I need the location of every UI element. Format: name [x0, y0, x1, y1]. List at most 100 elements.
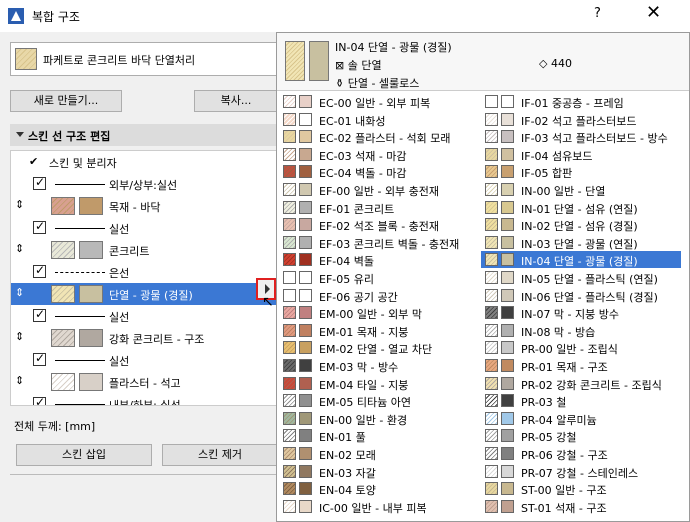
material-background-swatch — [299, 447, 312, 460]
close-button[interactable]: ✕ — [646, 2, 661, 23]
skin-row[interactable]: ⇕ 단열 - 광물 (경질) — [11, 283, 277, 305]
material-item[interactable]: EF-06 공기 공간 — [279, 287, 479, 304]
material-item[interactable]: EF-05 유리 — [279, 269, 479, 286]
reorder-handle-icon[interactable]: ⇕ — [15, 330, 24, 343]
reorder-handle-icon[interactable]: ⇕ — [15, 374, 24, 387]
material-item[interactable]: EC-04 벽돌 - 마감 — [279, 163, 479, 180]
material-item[interactable]: PR-02 강화 콘크리트 - 조립식 — [481, 375, 681, 392]
material-item[interactable]: EM-05 티타늄 아연 — [279, 392, 479, 409]
material-item[interactable]: PR-00 일반 - 조립식 — [481, 339, 681, 356]
material-item[interactable]: EC-02 플라스터 - 석회 모래 — [279, 128, 479, 145]
material-item[interactable]: PR-01 목재 - 구조 — [481, 357, 681, 374]
material-item[interactable]: IN-01 단열 - 섬유 (연질) — [481, 199, 681, 216]
material-item[interactable]: IN-00 일반 - 단열 — [481, 181, 681, 198]
material-item[interactable]: PR-07 강철 - 스테인레스 — [481, 463, 681, 480]
separator-row[interactable]: 내부/하부: 실선 — [11, 393, 277, 405]
reorder-handle-icon[interactable]: ⇕ — [15, 242, 24, 255]
material-item[interactable]: IF-01 중공층 - 프레임 — [481, 93, 681, 110]
material-item[interactable]: EF-03 콘크리트 벽돌 - 충전재 — [279, 234, 479, 251]
separator-row[interactable]: 실선 — [11, 305, 277, 327]
copy-button[interactable]: 복사... — [194, 90, 278, 112]
material-item[interactable]: EF-04 벽돌 — [279, 251, 479, 268]
line-type-icon — [55, 404, 105, 405]
skin-label: 단열 - 광물 (경질) — [109, 289, 193, 302]
material-item[interactable]: EC-03 석재 - 마감 — [279, 146, 479, 163]
line-visibility-checkbox[interactable] — [33, 395, 46, 405]
material-background-swatch — [299, 165, 312, 179]
line-type-icon — [55, 272, 105, 273]
material-item[interactable]: IC-00 일반 - 내부 피복 — [279, 498, 479, 515]
material-item[interactable]: IN-07 막 - 지붕 방수 — [481, 304, 681, 321]
material-item[interactable]: EF-01 콘크리트 — [279, 199, 479, 216]
line-visibility-checkbox[interactable] — [33, 307, 46, 322]
separator-row[interactable]: 은선 — [11, 261, 277, 283]
material-fill-swatch — [485, 235, 498, 249]
line-visibility-checkbox[interactable] — [33, 219, 46, 234]
separator-row[interactable]: ✔ 스킨 및 분리자 — [11, 151, 277, 173]
skin-editor-header[interactable]: 스킨 선 구조 편집 — [10, 124, 278, 146]
material-item[interactable]: EM-04 타일 - 지붕 — [279, 375, 479, 392]
material-item[interactable]: EN-01 풀 — [279, 427, 479, 444]
material-label: EC-01 내화성 — [319, 114, 386, 128]
material-fill-swatch — [485, 499, 498, 513]
material-item[interactable]: EF-00 일반 - 외부 충전재 — [279, 181, 479, 198]
skin-row[interactable]: ⇕ 콘크리트 — [11, 239, 277, 261]
reorder-handle-icon[interactable]: ⇕ — [15, 286, 24, 299]
material-item[interactable]: EC-01 내화성 — [279, 111, 479, 128]
material-background-swatch — [501, 235, 514, 249]
material-item[interactable]: EN-04 토양 — [279, 480, 479, 497]
line-visibility-checkbox[interactable] — [33, 263, 46, 278]
remove-skin-button[interactable]: 스킨 제거 — [162, 444, 278, 466]
material-item[interactable]: PR-03 철 — [481, 392, 681, 409]
material-label: EF-03 콘크리트 벽돌 - 충전재 — [319, 237, 460, 251]
number-label: 440 — [550, 57, 572, 70]
skin-fill-swatch — [51, 373, 75, 391]
material-item[interactable]: EC-00 일반 - 외부 피복 — [279, 93, 479, 110]
material-item[interactable]: PR-05 강철 — [481, 427, 681, 444]
help-button[interactable]: ? — [594, 6, 601, 21]
material-item[interactable]: IF-02 석고 플라스터보드 — [481, 111, 681, 128]
material-background-swatch — [299, 464, 312, 478]
material-item[interactable]: ST-00 일반 - 구조 — [481, 480, 681, 497]
preset-selector[interactable]: 파케트로 콘크리트 바닥 단열처리 — [10, 42, 278, 76]
material-item[interactable]: IN-05 단열 - 플라스틱 (연질) — [481, 269, 681, 286]
material-item[interactable]: ST-01 석재 - 구조 — [481, 498, 681, 515]
material-item[interactable]: EM-00 일반 - 외부 막 — [279, 304, 479, 321]
new-button[interactable]: 새로 만들기... — [10, 90, 122, 112]
insert-skin-button[interactable]: 스킨 삽입 — [16, 444, 152, 466]
skin-row[interactable]: ⇕ 플라스터 - 석고 — [11, 371, 277, 393]
current-material-preview: IN-04 단열 - 광물 (경질) ⊠ 솔 단열 ⚱ 단열 - 셀룰로스 ◇ … — [277, 33, 689, 91]
material-item[interactable]: PR-06 강철 - 구조 — [481, 445, 681, 462]
material-background-swatch — [299, 112, 312, 126]
material-item[interactable]: IN-04 단열 - 광물 (경질) — [481, 251, 681, 269]
reorder-handle-icon[interactable]: ⇕ — [15, 198, 24, 211]
material-item[interactable]: PR-04 알루미늄 — [481, 410, 681, 427]
material-item[interactable]: EN-02 모래 — [279, 445, 479, 462]
material-item[interactable]: EM-02 단열 - 열교 차단 — [279, 339, 479, 356]
material-item[interactable]: IF-04 섬유보드 — [481, 146, 681, 163]
material-item[interactable]: EM-03 막 - 방수 — [279, 357, 479, 374]
separator-row[interactable]: 실선 — [11, 217, 277, 239]
skin-row[interactable]: ⇕ 목재 - 바닥 — [11, 195, 277, 217]
material-fill-swatch — [283, 130, 296, 144]
material-item[interactable]: IF-03 석고 플라스터보드 - 방수 — [481, 128, 681, 145]
material-item[interactable]: IN-08 막 - 방습 — [481, 322, 681, 339]
material-item[interactable]: EN-03 자갈 — [279, 463, 479, 480]
material-label: EM-02 단열 - 열교 차단 — [319, 343, 433, 357]
line-visibility-checkbox[interactable] — [33, 351, 46, 366]
material-item[interactable]: EN-00 일반 - 환경 — [279, 410, 479, 427]
material-item[interactable]: IF-05 합판 — [481, 163, 681, 180]
category-label: 단열 - 셀룰로스 — [347, 77, 420, 90]
material-background-swatch — [299, 306, 312, 320]
skin-row[interactable]: ⇕ 강화 콘크리트 - 구조 — [11, 327, 277, 349]
material-item[interactable]: IN-03 단열 - 광물 (연질) — [481, 234, 681, 251]
material-item[interactable]: EF-02 석조 블록 - 충전재 — [279, 216, 479, 233]
separator-row[interactable]: 외부/상부:실선 — [11, 173, 277, 195]
material-item[interactable]: EM-01 목재 - 지붕 — [279, 322, 479, 339]
material-item[interactable]: IN-02 단열 - 섬유 (경질) — [481, 216, 681, 233]
material-item[interactable]: IN-06 단열 - 플라스틱 (경질) — [481, 287, 681, 304]
line-visibility-checkbox[interactable] — [33, 175, 46, 190]
current-fill-swatch — [285, 41, 305, 81]
material-fill-swatch — [485, 411, 498, 425]
separator-row[interactable]: 실선 — [11, 349, 277, 371]
